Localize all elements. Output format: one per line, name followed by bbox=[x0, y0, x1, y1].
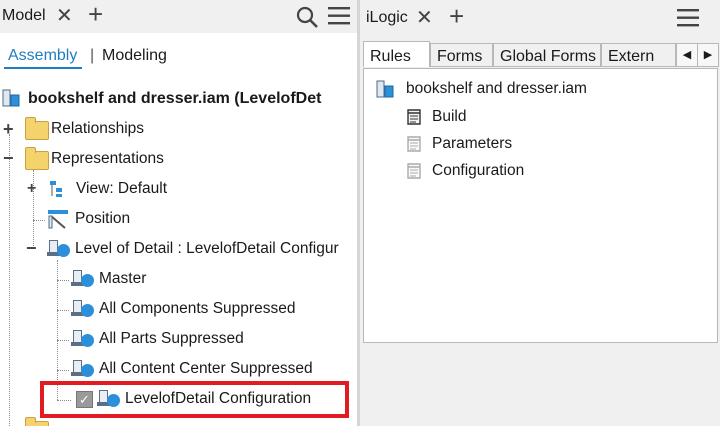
assembly-icon bbox=[2, 89, 20, 107]
ilogic-tab-title[interactable]: iLogic bbox=[366, 9, 408, 27]
close-icon[interactable]: ✕ bbox=[416, 7, 433, 29]
assembly-icon bbox=[376, 80, 394, 98]
tab-scroll-left-button[interactable]: ◀ bbox=[676, 43, 698, 67]
add-tab-icon[interactable]: + bbox=[88, 1, 103, 27]
add-tab-icon[interactable]: + bbox=[449, 3, 464, 29]
collapse-icon[interactable]: − bbox=[26, 239, 37, 257]
representations-folder-icon bbox=[25, 147, 49, 170]
tab-external[interactable]: Extern bbox=[601, 43, 676, 67]
model-tab-bar: Model ✕ + bbox=[0, 0, 357, 33]
tab-forms[interactable]: Forms bbox=[430, 43, 493, 67]
rule-label: Configuration bbox=[432, 162, 525, 179]
tree-item-label: Level of Detail : LevelofDetail Configur bbox=[75, 240, 339, 257]
folder-icon bbox=[25, 117, 49, 140]
lod-icon bbox=[71, 330, 95, 348]
lod-icon bbox=[71, 300, 95, 318]
tree-item-label: All Parts Suppressed bbox=[99, 330, 244, 347]
tree-item-label: Representations bbox=[51, 150, 164, 167]
ilogic-tab-strip: Rules Forms Global Forms Extern ◀ ▶ bbox=[360, 41, 720, 67]
tree-item-label: View: Default bbox=[76, 180, 168, 197]
hamburger-menu-icon[interactable] bbox=[676, 8, 700, 32]
folder-icon bbox=[25, 417, 49, 426]
rules-tree-view: bookshelf and dresser.iam Build Paramete… bbox=[363, 68, 718, 343]
tree-line bbox=[57, 260, 58, 400]
lod-icon bbox=[71, 360, 95, 378]
highlight-annotation-box bbox=[40, 381, 349, 418]
rule-script-icon bbox=[407, 163, 421, 179]
model-browser-panel: Model ✕ + Assembly | Modeling bookshelf … bbox=[0, 0, 357, 426]
model-tab-title[interactable]: Model bbox=[2, 7, 46, 25]
tree-item-label: All Components Suppressed bbox=[99, 300, 296, 317]
rule-label: Build bbox=[432, 108, 467, 125]
tree-item-label: Master bbox=[99, 270, 147, 287]
close-icon[interactable]: ✕ bbox=[56, 5, 73, 27]
assembly-subtab-underline bbox=[4, 67, 82, 69]
tree-root-label: bookshelf and dresser.iam (LevelofDet bbox=[28, 90, 322, 107]
subtab-separator: | bbox=[90, 47, 95, 64]
assembly-subtab[interactable]: Assembly bbox=[8, 47, 77, 65]
search-icon[interactable] bbox=[295, 5, 319, 33]
tree-line bbox=[57, 280, 69, 281]
modeling-subtab[interactable]: Modeling bbox=[102, 47, 167, 65]
rule-script-icon bbox=[407, 109, 421, 125]
tab-scroll-right-button[interactable]: ▶ bbox=[697, 43, 719, 67]
tree-line bbox=[57, 370, 69, 371]
collapse-icon[interactable]: − bbox=[3, 149, 14, 167]
rules-assembly-label: bookshelf and dresser.iam bbox=[406, 80, 587, 97]
tree-item-label: Relationships bbox=[51, 120, 145, 137]
position-representation-icon bbox=[48, 210, 68, 229]
rule-label: Parameters bbox=[432, 135, 513, 152]
lod-icon bbox=[71, 270, 95, 288]
tree-line bbox=[57, 340, 69, 341]
tab-global-forms[interactable]: Global Forms bbox=[493, 43, 601, 67]
view-representation-icon bbox=[50, 181, 62, 197]
tree-line bbox=[57, 310, 69, 311]
expand-icon[interactable]: + bbox=[27, 180, 36, 198]
expand-icon[interactable]: + bbox=[3, 120, 14, 138]
tree-item-label: All Content Center Suppressed bbox=[99, 360, 313, 377]
tab-rules[interactable]: Rules bbox=[363, 41, 430, 67]
rule-script-icon bbox=[407, 136, 421, 152]
hamburger-menu-icon[interactable] bbox=[327, 6, 351, 30]
ilogic-panel: iLogic ✕ + Rules Forms Global Forms Exte… bbox=[360, 0, 720, 426]
tree-line bbox=[9, 134, 10, 426]
tree-line bbox=[33, 220, 45, 221]
lod-icon bbox=[47, 240, 71, 258]
tree-item-label: Position bbox=[75, 210, 131, 227]
